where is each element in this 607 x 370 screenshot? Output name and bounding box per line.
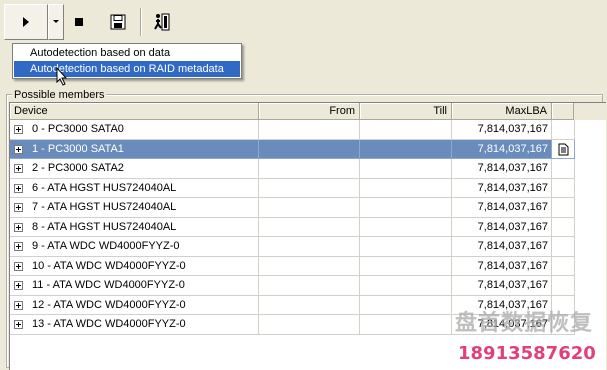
- table-row[interactable]: 11 - ATA WDC WD4000FYYZ-0 7,814,037,167: [10, 276, 575, 296]
- cell-device: 2 - PC3000 SATA2: [10, 159, 259, 179]
- cell-device: 9 - ATA WDC WD4000FYYZ-0: [10, 237, 259, 257]
- column-header-till[interactable]: Till: [360, 103, 452, 120]
- cell-till: [360, 276, 452, 296]
- cell-maxlba: 7,814,037,167: [452, 198, 552, 218]
- cell-extra: [552, 198, 575, 218]
- cell-device: 10 - ATA WDC WD4000FYYZ-0: [10, 256, 259, 276]
- cell-extra: [552, 178, 575, 198]
- table-row[interactable]: 9 - ATA WDC WD4000FYYZ-0 7,814,037,167: [10, 237, 575, 257]
- menu-item-autodetect-data[interactable]: Autodetection based on data: [14, 45, 240, 61]
- cell-extra: [552, 120, 575, 140]
- grid-header: Device From Till MaxLBA: [10, 103, 606, 120]
- table-row[interactable]: 6 - ATA HGST HUS724040AL 7,814,037,167: [10, 178, 575, 198]
- cell-device: 13 - ATA WDC WD4000FYYZ-0: [10, 315, 259, 335]
- cell-maxlba: 7,814,037,167: [452, 120, 552, 140]
- column-header-extra[interactable]: [552, 103, 574, 120]
- cell-device: 1 - PC3000 SATA1: [10, 139, 259, 159]
- column-header-from[interactable]: From: [259, 103, 360, 120]
- cell-from: [259, 178, 360, 198]
- save-button[interactable]: [104, 4, 132, 40]
- cell-device: 11 - ATA WDC WD4000FYYZ-0: [10, 276, 259, 296]
- cell-till: [360, 139, 452, 159]
- cell-from: [259, 315, 360, 335]
- cell-from: [259, 120, 360, 140]
- cell-till: [360, 256, 452, 276]
- cell-from: [259, 198, 360, 218]
- cell-device: 8 - ATA HGST HUS724040AL: [10, 217, 259, 237]
- mouse-cursor-icon: [56, 67, 68, 86]
- table-row[interactable]: 10 - ATA WDC WD4000FYYZ-0 7,814,037,167: [10, 256, 575, 276]
- table-row[interactable]: 8 - ATA HGST HUS724040AL 7,814,037,167: [10, 217, 575, 237]
- cell-extra: [552, 217, 575, 237]
- cell-extra: [552, 237, 575, 257]
- cell-till: [360, 178, 452, 198]
- cell-till: [360, 295, 452, 315]
- column-header-device[interactable]: Device: [10, 103, 259, 120]
- menu-item-autodetect-raid-metadata[interactable]: Autodetection based on RAID metadata: [14, 61, 240, 77]
- toolbar: [0, 0, 607, 44]
- dropdown-arrow-icon: [53, 20, 59, 23]
- cell-till: [360, 120, 452, 140]
- table-row[interactable]: 0 - PC3000 SATA0 7,814,037,167: [10, 120, 575, 140]
- cell-device: 12 - ATA WDC WD4000FYYZ-0: [10, 295, 259, 315]
- cell-from: [259, 159, 360, 179]
- table-row[interactable]: 7 - ATA HGST HUS724040AL 7,814,037,167: [10, 198, 575, 218]
- cell-extra: [552, 276, 575, 296]
- cell-maxlba: 7,814,037,167: [452, 139, 552, 159]
- cell-from: [259, 295, 360, 315]
- cell-till: [360, 217, 452, 237]
- cell-device: 0 - PC3000 SATA0: [10, 120, 259, 140]
- save-icon: [110, 14, 126, 30]
- cell-maxlba: 7,814,037,167: [452, 276, 552, 296]
- cell-maxlba: 7,814,037,167: [452, 256, 552, 276]
- cell-maxlba: 7,814,037,167: [452, 237, 552, 257]
- cell-from: [259, 139, 360, 159]
- cell-maxlba: 7,814,037,167: [452, 178, 552, 198]
- stop-icon: [75, 18, 83, 26]
- watermark-phone: 18913587620: [458, 343, 596, 364]
- cell-device: 6 - ATA HGST HUS724040AL: [10, 178, 259, 198]
- table-row-selected[interactable]: 1 - PC3000 SATA1 7,814,037,167: [10, 139, 575, 159]
- exit-button[interactable]: [148, 4, 176, 40]
- column-header-maxlba[interactable]: MaxLBA: [452, 103, 552, 120]
- cell-extra[interactable]: [552, 139, 575, 159]
- cell-device: 7 - ATA HGST HUS724040AL: [10, 198, 259, 218]
- cell-till: [360, 237, 452, 257]
- cell-maxlba: 7,814,037,167: [452, 159, 552, 179]
- cell-from: [259, 237, 360, 257]
- document-icon[interactable]: [558, 143, 569, 156]
- stop-button[interactable]: [66, 4, 92, 40]
- cell-extra: [552, 256, 575, 276]
- play-icon: [23, 17, 29, 27]
- cell-extra: [552, 159, 575, 179]
- cell-till: [360, 198, 452, 218]
- start-button[interactable]: [4, 4, 48, 40]
- cell-from: [259, 217, 360, 237]
- watermark-text: 盘首数据恢复: [455, 311, 594, 336]
- exit-icon: [154, 13, 170, 31]
- cell-from: [259, 276, 360, 296]
- cell-till: [360, 315, 452, 335]
- table-row[interactable]: 2 - PC3000 SATA2 7,814,037,167: [10, 159, 575, 179]
- group-title: Possible members: [12, 88, 107, 102]
- toolbar-separator: [140, 8, 142, 36]
- cell-till: [360, 159, 452, 179]
- cell-maxlba: 7,814,037,167: [452, 217, 552, 237]
- cell-from: [259, 256, 360, 276]
- start-dropdown-button[interactable]: [48, 4, 64, 40]
- autodetect-menu: Autodetection based on data Autodetectio…: [12, 43, 242, 79]
